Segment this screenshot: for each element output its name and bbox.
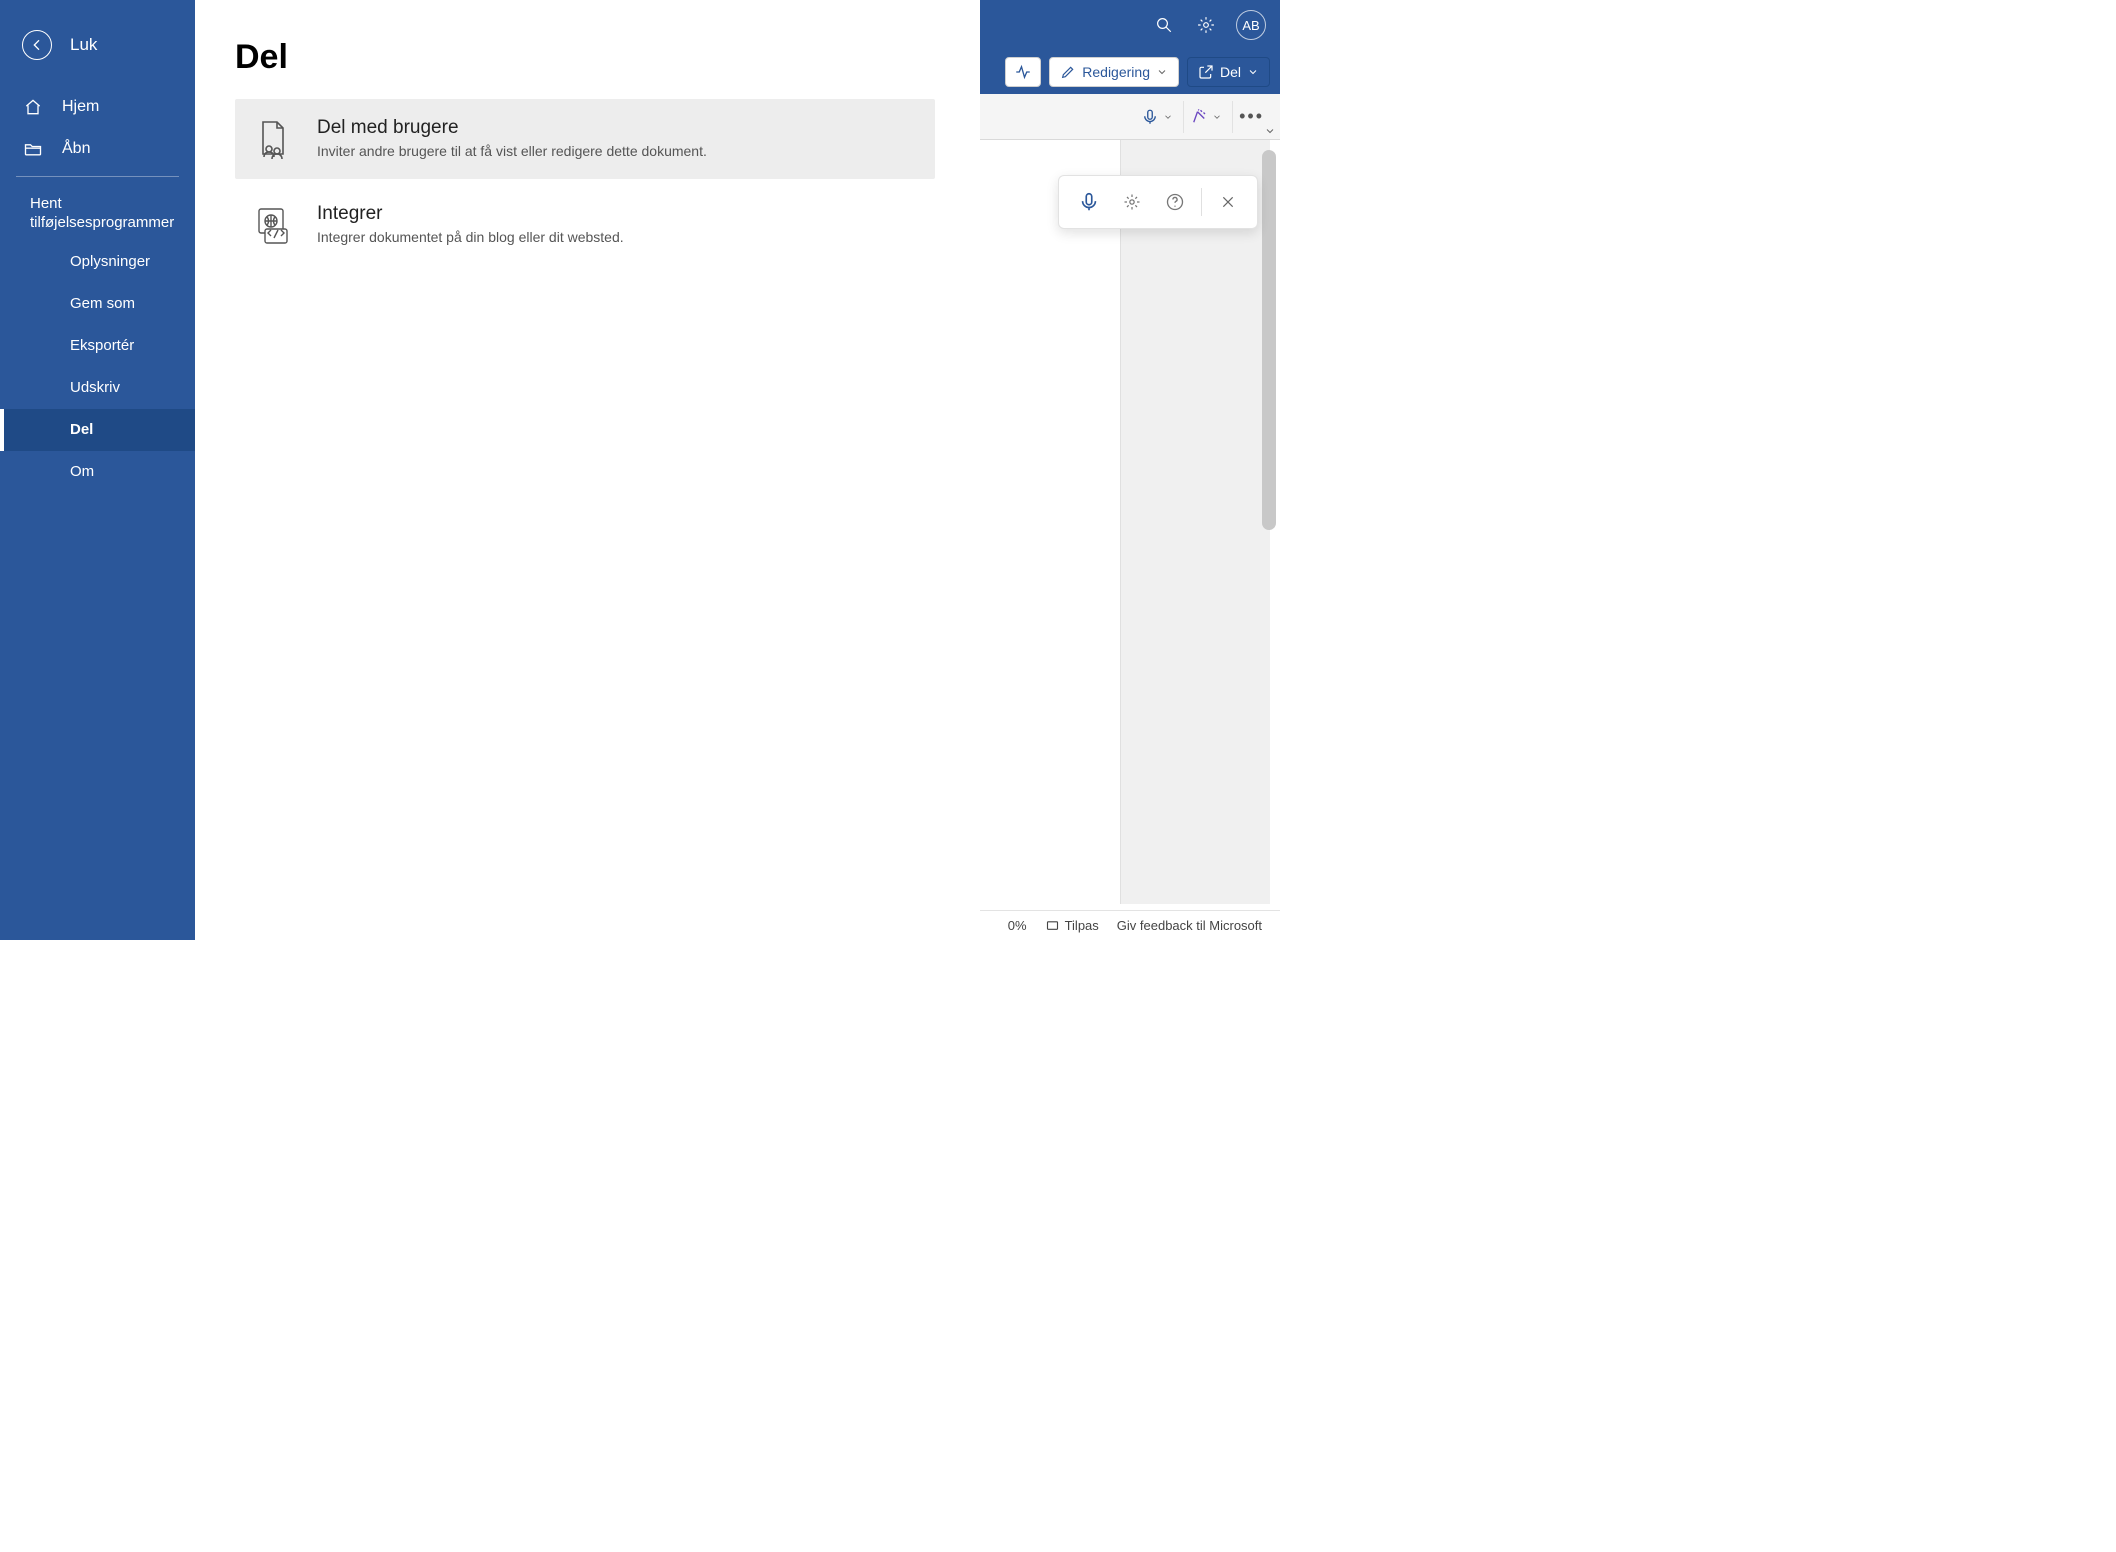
dictation-toolbar <box>1058 175 1258 229</box>
back-arrow-icon <box>22 30 52 60</box>
document-people-icon <box>255 117 291 161</box>
nav-addins[interactable]: Hent tilføjelsesprogrammer <box>0 187 195 241</box>
dictation-settings-button[interactable] <box>1115 185 1149 219</box>
backstage-close-button[interactable]: Luk <box>0 24 195 86</box>
scrollbar-thumb[interactable] <box>1262 150 1276 530</box>
editing-mode-button[interactable]: Redigering <box>1049 57 1179 87</box>
search-icon[interactable] <box>1152 13 1176 37</box>
embed-title: Integrer <box>317 203 624 225</box>
dictation-separator <box>1201 188 1202 216</box>
dictate-button[interactable] <box>1135 101 1179 133</box>
scrollbar[interactable] <box>1262 150 1276 900</box>
nav-saveas[interactable]: Gem som <box>0 283 195 325</box>
embed-option[interactable]: Integrer Integrer dokumentet på din blog… <box>235 185 935 265</box>
home-icon <box>22 97 44 117</box>
nav-open[interactable]: Åbn <box>0 128 195 170</box>
backstage-view: Luk Hjem Åbn Hent tilføjelsesprogrammer … <box>0 0 980 940</box>
embed-icon <box>255 203 291 247</box>
fit-button[interactable]: Tilpas <box>1045 918 1099 933</box>
feedback-link[interactable]: Giv feedback til Microsoft <box>1117 918 1262 933</box>
share-button[interactable]: Del <box>1187 57 1270 87</box>
embed-desc: Integrer dokumentet på din blog eller di… <box>317 229 624 245</box>
document-side-panel <box>1120 140 1270 904</box>
nav-divider <box>16 176 179 177</box>
page-title: Del <box>235 38 940 77</box>
editing-mode-label: Redigering <box>1082 64 1150 80</box>
share-with-users-title: Del med brugere <box>317 117 707 139</box>
editor-button[interactable] <box>1183 101 1228 133</box>
settings-icon[interactable] <box>1194 13 1218 37</box>
zoom-level-text: 0% <box>1008 918 1027 933</box>
dictation-close-button[interactable] <box>1211 185 1245 219</box>
dictation-mic-button[interactable] <box>1072 185 1106 219</box>
activity-button[interactable] <box>1005 57 1041 87</box>
backstage-main: Del Del med brugere Inviter andre bruger… <box>195 0 980 940</box>
folder-open-icon <box>22 139 44 159</box>
dictation-help-button[interactable] <box>1158 185 1192 219</box>
nav-share-label: Del <box>70 421 93 438</box>
ribbon-expand-icon[interactable] <box>1264 125 1276 137</box>
nav-info[interactable]: Oplysninger <box>0 241 195 283</box>
backstage-sidebar: Luk Hjem Åbn Hent tilføjelsesprogrammer … <box>0 0 195 940</box>
backstage-close-label: Luk <box>70 35 97 55</box>
nav-share[interactable]: Del <box>0 409 195 451</box>
nav-home[interactable]: Hjem <box>0 86 195 128</box>
nav-home-label: Hjem <box>62 98 99 116</box>
nav-info-label: Oplysninger <box>70 253 150 270</box>
nav-about-label: Om <box>70 463 94 480</box>
user-avatar[interactable]: AB <box>1236 10 1266 40</box>
nav-print[interactable]: Udskriv <box>0 367 195 409</box>
nav-export-label: Eksportér <box>70 337 134 354</box>
fit-label: Tilpas <box>1065 918 1099 933</box>
share-button-label: Del <box>1220 64 1241 80</box>
nav-addins-label: Hent tilføjelsesprogrammer <box>30 195 174 233</box>
nav-print-label: Udskriv <box>70 379 120 396</box>
feedback-label: Giv feedback til Microsoft <box>1117 918 1262 933</box>
share-with-users-desc: Inviter andre brugere til at få vist ell… <box>317 143 707 159</box>
nav-open-label: Åbn <box>62 140 90 158</box>
share-with-users-option[interactable]: Del med brugere Inviter andre brugere ti… <box>235 99 935 179</box>
nav-about[interactable]: Om <box>0 451 195 493</box>
nav-export[interactable]: Eksportér <box>0 325 195 367</box>
nav-saveas-label: Gem som <box>70 295 135 312</box>
zoom-level[interactable]: 0% <box>1008 918 1027 933</box>
